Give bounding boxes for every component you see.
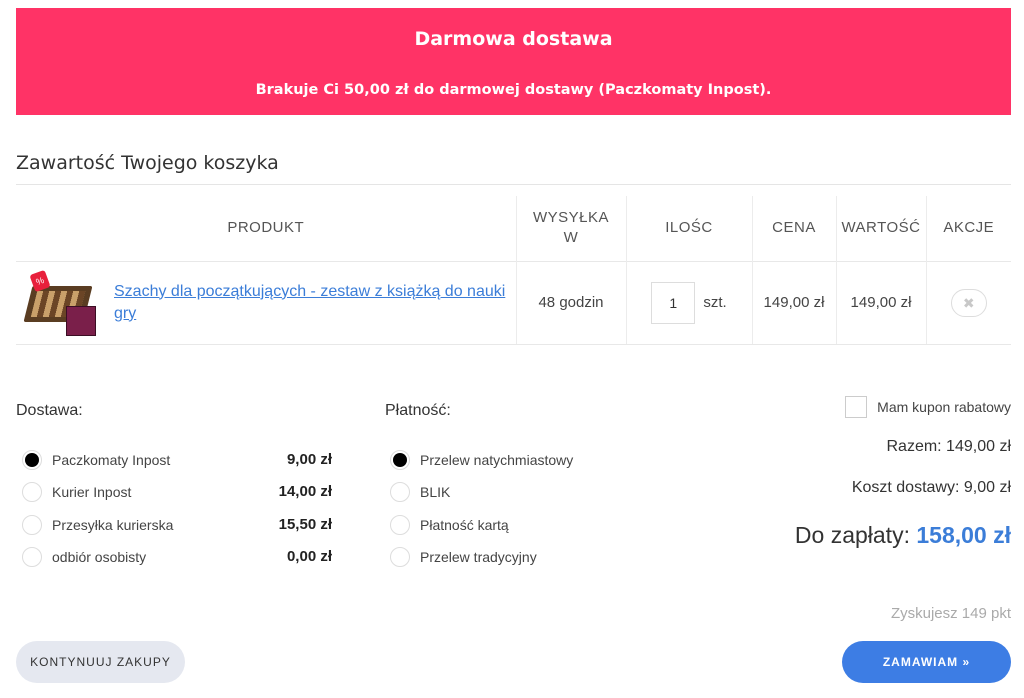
delivery-option-odbior[interactable]: odbiór osobisty [22, 547, 146, 567]
column-header-quantity: ILOŚC [626, 196, 753, 261]
total-label: Do zapłaty: [794, 522, 910, 548]
payment-option-name: BLIK [420, 484, 451, 500]
payment-option-name: Przelew natychmiastowy [420, 452, 574, 468]
total-to-pay: Do zapłaty: 158,00 zł [795, 522, 1011, 549]
radio-unselected[interactable] [390, 515, 410, 535]
radio-selected[interactable] [22, 450, 42, 470]
table-row: % Szachy dla początkujących - zestaw z k… [16, 260, 1011, 345]
delivery-option-name: Przesyłka kurierska [52, 517, 174, 533]
loyalty-points: Zyskujesz 149 pkt [890, 605, 1011, 622]
place-order-button[interactable]: ZAMAWIAM » [842, 641, 1011, 683]
delivery-option-przesylka[interactable]: Przesyłka kurierska [22, 515, 173, 535]
payment-option-karta[interactable]: Płatność kartą [390, 515, 509, 535]
delivery-option-price: 9,00 zł [286, 451, 332, 468]
radio-unselected[interactable] [22, 482, 42, 502]
actions-cell: ✖ [926, 260, 1011, 345]
product-cell: % Szachy dla początkujących - zestaw z k… [16, 260, 517, 345]
quantity-cell: szt. [626, 260, 753, 345]
free-delivery-banner: Darmowa dostawa Brakuje Ci 50,00 zł do d… [16, 8, 1011, 115]
delivery-option-kurier-inpost[interactable]: Kurier Inpost [22, 482, 131, 502]
delivery-option-name: Kurier Inpost [52, 484, 132, 500]
coupon-checkbox[interactable] [845, 396, 868, 418]
column-header-shipping-label: WYSYŁKA W [532, 209, 610, 247]
quantity-input[interactable] [651, 281, 696, 324]
radio-unselected[interactable] [390, 547, 410, 567]
payment-option-przelew-tradycyjny[interactable]: Przelew tradycyjny [390, 547, 537, 567]
continue-shopping-button[interactable]: KONTYNUUJ ZAKUPY [16, 641, 185, 683]
product-thumbnail[interactable]: % [23, 269, 98, 336]
delivery-cost: Koszt dostawy: 9,00 zł [851, 479, 1011, 496]
column-header-actions: AKCJE [943, 219, 995, 237]
payment-label: Płatność: [385, 402, 451, 419]
unit-price: 149,00 zł [752, 260, 837, 345]
subtotal: Razem: 149,00 zł [886, 438, 1011, 455]
radio-unselected[interactable] [390, 482, 410, 502]
cart-table: PRODUKT WYSYŁKA W ILOŚC CENA WARTOŚĆ AKC… [16, 196, 1011, 345]
product-info: % Szachy dla początkujących - zestaw z k… [16, 269, 516, 336]
shipping-time: 48 godzin [516, 260, 627, 345]
remove-item-button[interactable]: ✖ [950, 288, 987, 317]
delivery-option-name: odbiór osobisty [52, 549, 147, 565]
book-image [66, 305, 96, 336]
delivery-option-name: Paczkomaty Inpost [52, 452, 171, 468]
banner-message: Brakuje Ci 50,00 zł do darmowej dostawy … [255, 82, 772, 98]
coupon-toggle[interactable]: Mam kupon rabatowy [845, 396, 1011, 418]
quantity-unit: szt. [703, 294, 727, 311]
delivery-option-paczkomaty[interactable]: Paczkomaty Inpost [22, 450, 170, 470]
delivery-option-price: 15,50 zł [278, 516, 332, 533]
cart-heading: Zawartość Twojego koszyka [16, 152, 279, 174]
quantity-wrap: szt. [627, 281, 752, 324]
column-header-product: PRODUKT [16, 196, 517, 261]
banner-title: Darmowa dostawa [414, 28, 613, 50]
column-header-shipping: WYSYŁKA W [516, 196, 627, 261]
payment-option-name: Przelew tradycyjny [420, 549, 537, 565]
close-icon: ✖ [962, 294, 975, 311]
payment-option-name: Płatność kartą [420, 517, 509, 533]
radio-unselected[interactable] [22, 515, 42, 535]
column-header-value: WARTOŚĆ [836, 196, 927, 261]
total-amount: 158,00 zł [916, 522, 1011, 548]
payment-option-blik[interactable]: BLIK [390, 482, 450, 502]
line-value: 149,00 zł [836, 260, 927, 345]
delivery-option-price: 14,00 zł [278, 483, 332, 500]
radio-unselected[interactable] [22, 547, 42, 567]
coupon-label: Mam kupon rabatowy [877, 399, 1011, 415]
delivery-label: Dostawa: [16, 402, 83, 419]
column-header-price: CENA [752, 196, 837, 261]
radio-selected[interactable] [390, 450, 410, 470]
heading-divider [16, 184, 1011, 185]
payment-option-przelew-natychmiastowy[interactable]: Przelew natychmiastowy [390, 450, 573, 470]
product-link[interactable]: Szachy dla początkujących - zestaw z ksi… [114, 281, 516, 325]
cart-table-header: PRODUKT WYSYŁKA W ILOŚC CENA WARTOŚĆ AKC… [16, 196, 1011, 261]
delivery-option-price: 0,00 zł [286, 548, 332, 565]
